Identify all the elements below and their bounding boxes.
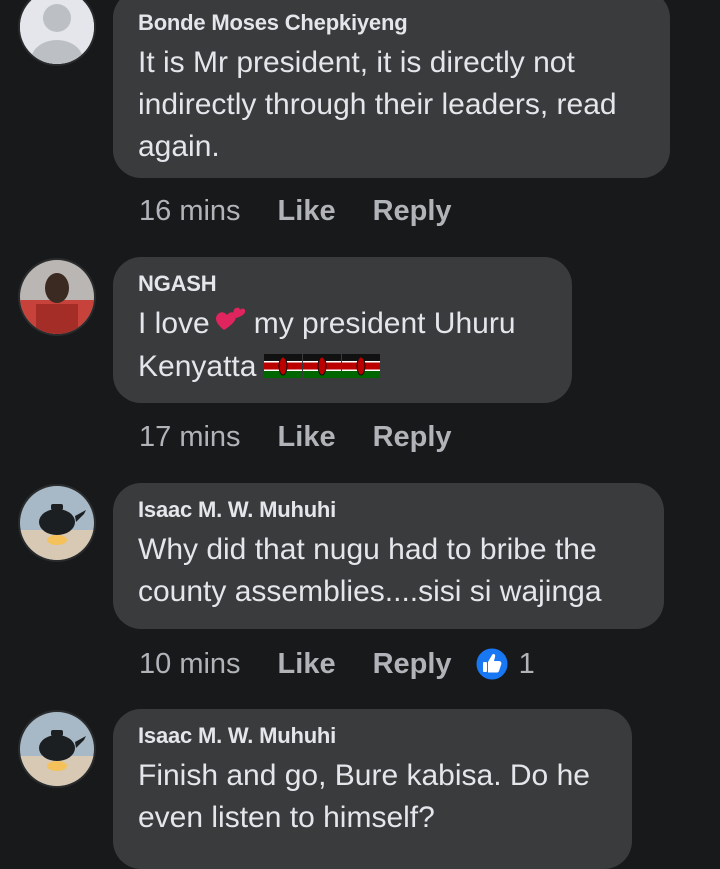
comment-text: I love my president Uhuru Kenyatta bbox=[138, 303, 546, 390]
comment-author[interactable]: Bonde Moses Chepkiyeng bbox=[138, 10, 644, 36]
comment-line: Kenyatta bbox=[138, 346, 546, 390]
comment-text-part: Kenyatta bbox=[138, 350, 257, 384]
comment-line: even listen to himself? bbox=[138, 801, 435, 834]
comment: Bonde Moses Chepkiyeng It is Mr presiden… bbox=[0, 0, 720, 240]
kenya-flags bbox=[264, 347, 381, 390]
reaction-count: 1 bbox=[518, 647, 535, 680]
comment-author[interactable]: NGASH bbox=[138, 271, 546, 297]
comment: Isaac M. W. Muhuhi Finish and go, Bure k… bbox=[0, 702, 720, 869]
comment-line: indirectly through their leaders, read bbox=[138, 88, 617, 121]
comment-line: Why did that nugu had to bribe the bbox=[138, 533, 597, 566]
teapot-photo-icon bbox=[20, 486, 94, 560]
reply-button[interactable]: Reply bbox=[373, 648, 452, 681]
comment: NGASH I love my president Uhuru Kenyatta … bbox=[0, 250, 720, 470]
avatar[interactable] bbox=[18, 0, 96, 66]
reply-button[interactable]: Reply bbox=[373, 195, 452, 228]
default-avatar-icon bbox=[20, 0, 94, 64]
comment-author[interactable]: Isaac M. W. Muhuhi bbox=[138, 497, 638, 523]
comment-timestamp[interactable]: 10 mins bbox=[139, 648, 241, 681]
comment-actions: 10 mins Like Reply 1 bbox=[139, 644, 535, 684]
comment-author[interactable]: Isaac M. W. Muhuhi bbox=[138, 723, 606, 749]
like-thumb-icon bbox=[475, 647, 509, 681]
avatar[interactable] bbox=[18, 484, 96, 562]
comment: Isaac M. W. Muhuhi Why did that nugu had… bbox=[0, 476, 720, 696]
comment-text: Finish and go, Bure kabisa. Do he even l… bbox=[138, 755, 606, 839]
like-button[interactable]: Like bbox=[278, 648, 336, 681]
reaction-summary[interactable]: 1 bbox=[475, 647, 535, 681]
reply-button[interactable]: Reply bbox=[373, 421, 452, 454]
comment-actions: 17 mins Like Reply bbox=[139, 417, 489, 457]
kenya-flag-icon bbox=[303, 348, 342, 390]
heart-emoji-icon bbox=[214, 304, 248, 346]
comment-line: I love my president Uhuru bbox=[138, 303, 546, 346]
kenya-flag-icon bbox=[342, 348, 381, 390]
comment-bubble: NGASH I love my president Uhuru Kenyatta bbox=[113, 257, 572, 403]
comment-line: It is Mr president, it is directly not bbox=[138, 46, 575, 79]
teapot-photo-icon bbox=[20, 712, 94, 786]
comment-text: It is Mr president, it is directly not i… bbox=[138, 42, 644, 168]
comment-line: again. bbox=[138, 130, 220, 163]
comment-text-part: I love bbox=[138, 307, 210, 340]
comment-bubble: Isaac M. W. Muhuhi Why did that nugu had… bbox=[113, 483, 664, 629]
like-button[interactable]: Like bbox=[278, 195, 336, 228]
avatar[interactable] bbox=[18, 258, 96, 336]
comment-actions: 16 mins Like Reply bbox=[139, 191, 489, 231]
comment-bubble: Bonde Moses Chepkiyeng It is Mr presiden… bbox=[113, 0, 670, 178]
like-button[interactable]: Like bbox=[278, 421, 336, 454]
comment-text-part: my president Uhuru bbox=[253, 307, 516, 340]
comment-line: county assemblies....sisi si wajinga bbox=[138, 575, 602, 608]
comment-timestamp[interactable]: 16 mins bbox=[139, 195, 241, 228]
comment-bubble: Isaac M. W. Muhuhi Finish and go, Bure k… bbox=[113, 709, 632, 869]
comment-text: Why did that nugu had to bribe the count… bbox=[138, 529, 638, 613]
user-photo-icon bbox=[20, 260, 94, 334]
kenya-flag-icon bbox=[264, 348, 303, 390]
avatar[interactable] bbox=[18, 710, 96, 788]
comment-timestamp[interactable]: 17 mins bbox=[139, 421, 241, 454]
comment-line: Finish and go, Bure kabisa. Do he bbox=[138, 759, 590, 792]
